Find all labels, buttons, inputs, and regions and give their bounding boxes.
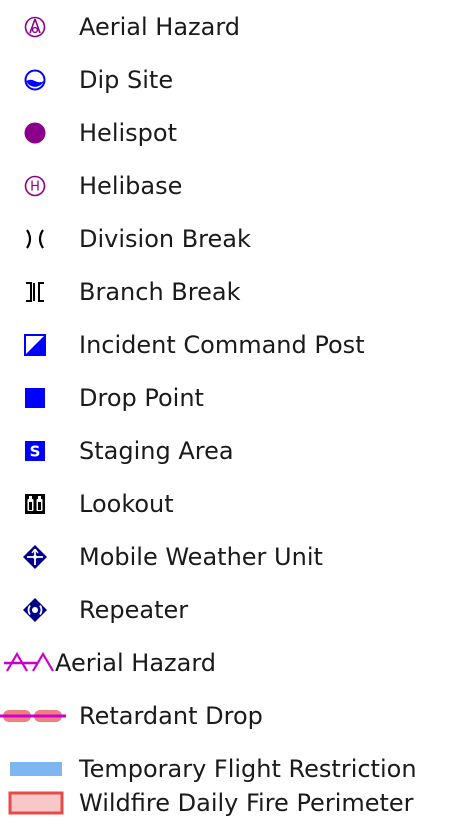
legend-label: Wildfire Daily Fire Perimeter <box>79 789 414 817</box>
helispot-icon <box>20 106 50 160</box>
aerial-hazard-point-icon <box>20 0 50 54</box>
legend-item-mobile-weather-unit: Mobile Weather Unit <box>0 530 451 584</box>
staging-area-icon: S <box>20 424 50 478</box>
legend-label: Lookout <box>79 490 174 518</box>
wildfire-daily-fire-perimeter-icon <box>5 776 67 830</box>
helibase-letter: H <box>30 180 40 195</box>
legend-label: Aerial Hazard <box>55 649 217 677</box>
legend-label: Aerial Hazard <box>79 13 241 41</box>
mobile-weather-unit-icon <box>20 530 50 584</box>
legend-label: Staging Area <box>79 437 234 465</box>
legend-item-drop-point: Drop Point <box>0 371 451 425</box>
legend-item-retardant-drop: Retardant Drop <box>0 689 451 743</box>
division-break-icon <box>20 212 50 266</box>
legend-label: Retardant Drop <box>79 702 263 730</box>
legend-label: Mobile Weather Unit <box>79 543 323 571</box>
legend-item-lookout: Lookout <box>0 477 451 531</box>
legend-item-aerial-hazard-line: Aerial Hazard <box>0 636 451 690</box>
legend-item-incident-command-post: Incident Command Post <box>0 318 451 372</box>
retardant-drop-icon <box>0 689 68 743</box>
helibase-icon: H <box>20 159 50 213</box>
legend-item-helispot: Helispot <box>0 106 451 160</box>
branch-break-icon <box>20 265 50 319</box>
legend-label: Repeater <box>79 596 189 624</box>
legend-item-dip-site: Dip Site <box>0 53 451 107</box>
legend-item-staging-area: S Staging Area <box>0 424 451 478</box>
dip-site-icon <box>20 53 50 107</box>
legend-label: Dip Site <box>79 66 174 94</box>
incident-command-post-icon <box>20 318 50 372</box>
legend-item-repeater: Repeater <box>0 583 451 637</box>
staging-area-letter: S <box>30 443 41 461</box>
legend-item-aerial-hazard-point: Aerial Hazard <box>0 0 451 54</box>
legend-label: Drop Point <box>79 384 204 412</box>
lookout-icon <box>20 477 50 531</box>
legend-item-wildfire-daily-fire-perimeter: Wildfire Daily Fire Perimeter <box>0 789 451 817</box>
legend-item-branch-break: Branch Break <box>0 265 451 319</box>
drop-point-icon <box>20 371 50 425</box>
legend-label: Incident Command Post <box>79 331 365 359</box>
repeater-icon <box>20 583 50 637</box>
legend-item-helibase: H Helibase <box>0 159 451 213</box>
legend-item-division-break: Division Break <box>0 212 451 266</box>
legend-label: Division Break <box>79 225 251 253</box>
legend-label: Helibase <box>79 172 183 200</box>
legend-label: Helispot <box>79 119 177 147</box>
legend-label: Branch Break <box>79 278 241 306</box>
